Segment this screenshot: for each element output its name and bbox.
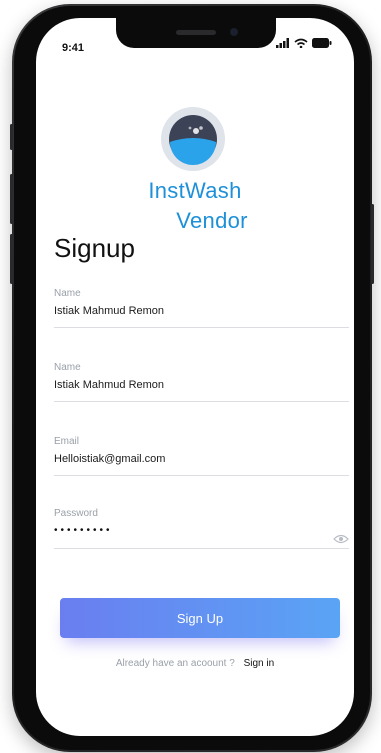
app-screen: 9:41 InstWash Vendor Signup Name Istiak … [36,18,354,736]
front-camera [230,28,238,36]
second-name-field[interactable]: Name Istiak Mahmud Remon [54,362,349,402]
sign-in-link[interactable]: Sign in [244,658,275,669]
notch [116,18,276,48]
washing-machine-icon [161,107,225,171]
field-label: Email [54,436,80,447]
status-time: 9:41 [62,42,85,54]
password-field[interactable]: Password ••••••••• [54,508,349,549]
power-button [371,204,374,284]
page-title: Signup [54,233,135,263]
field-value[interactable]: Istiak Mahmud Remon [54,305,349,327]
brand-subtitle: Vendor [176,208,248,233]
signal-icon [276,38,289,48]
email-field[interactable]: Email Helloistiak@gmail.com [54,436,349,476]
brand-name: InstWash [148,178,242,203]
wifi-icon [294,38,308,48]
sign-up-button[interactable]: Sign Up [60,598,340,638]
signin-question: Already have an acoount ? [115,658,235,669]
signin-prompt: Already have an acoount ? Sign in [36,658,354,669]
speaker [176,30,216,35]
field-value[interactable]: Helloistiak@gmail.com [54,453,349,475]
mute-switch [10,124,13,150]
field-label: Name [54,362,81,373]
status-icons [276,38,332,48]
password-value[interactable]: ••••••••• [54,525,349,548]
volume-up-button [10,174,13,224]
battery-icon [312,38,332,48]
field-value[interactable]: Istiak Mahmud Remon [54,379,349,401]
eye-icon[interactable] [333,534,349,544]
field-label: Name [54,288,81,299]
first-name-field[interactable]: Name Istiak Mahmud Remon [54,288,349,328]
volume-down-button [10,234,13,284]
field-label: Password [54,508,98,519]
